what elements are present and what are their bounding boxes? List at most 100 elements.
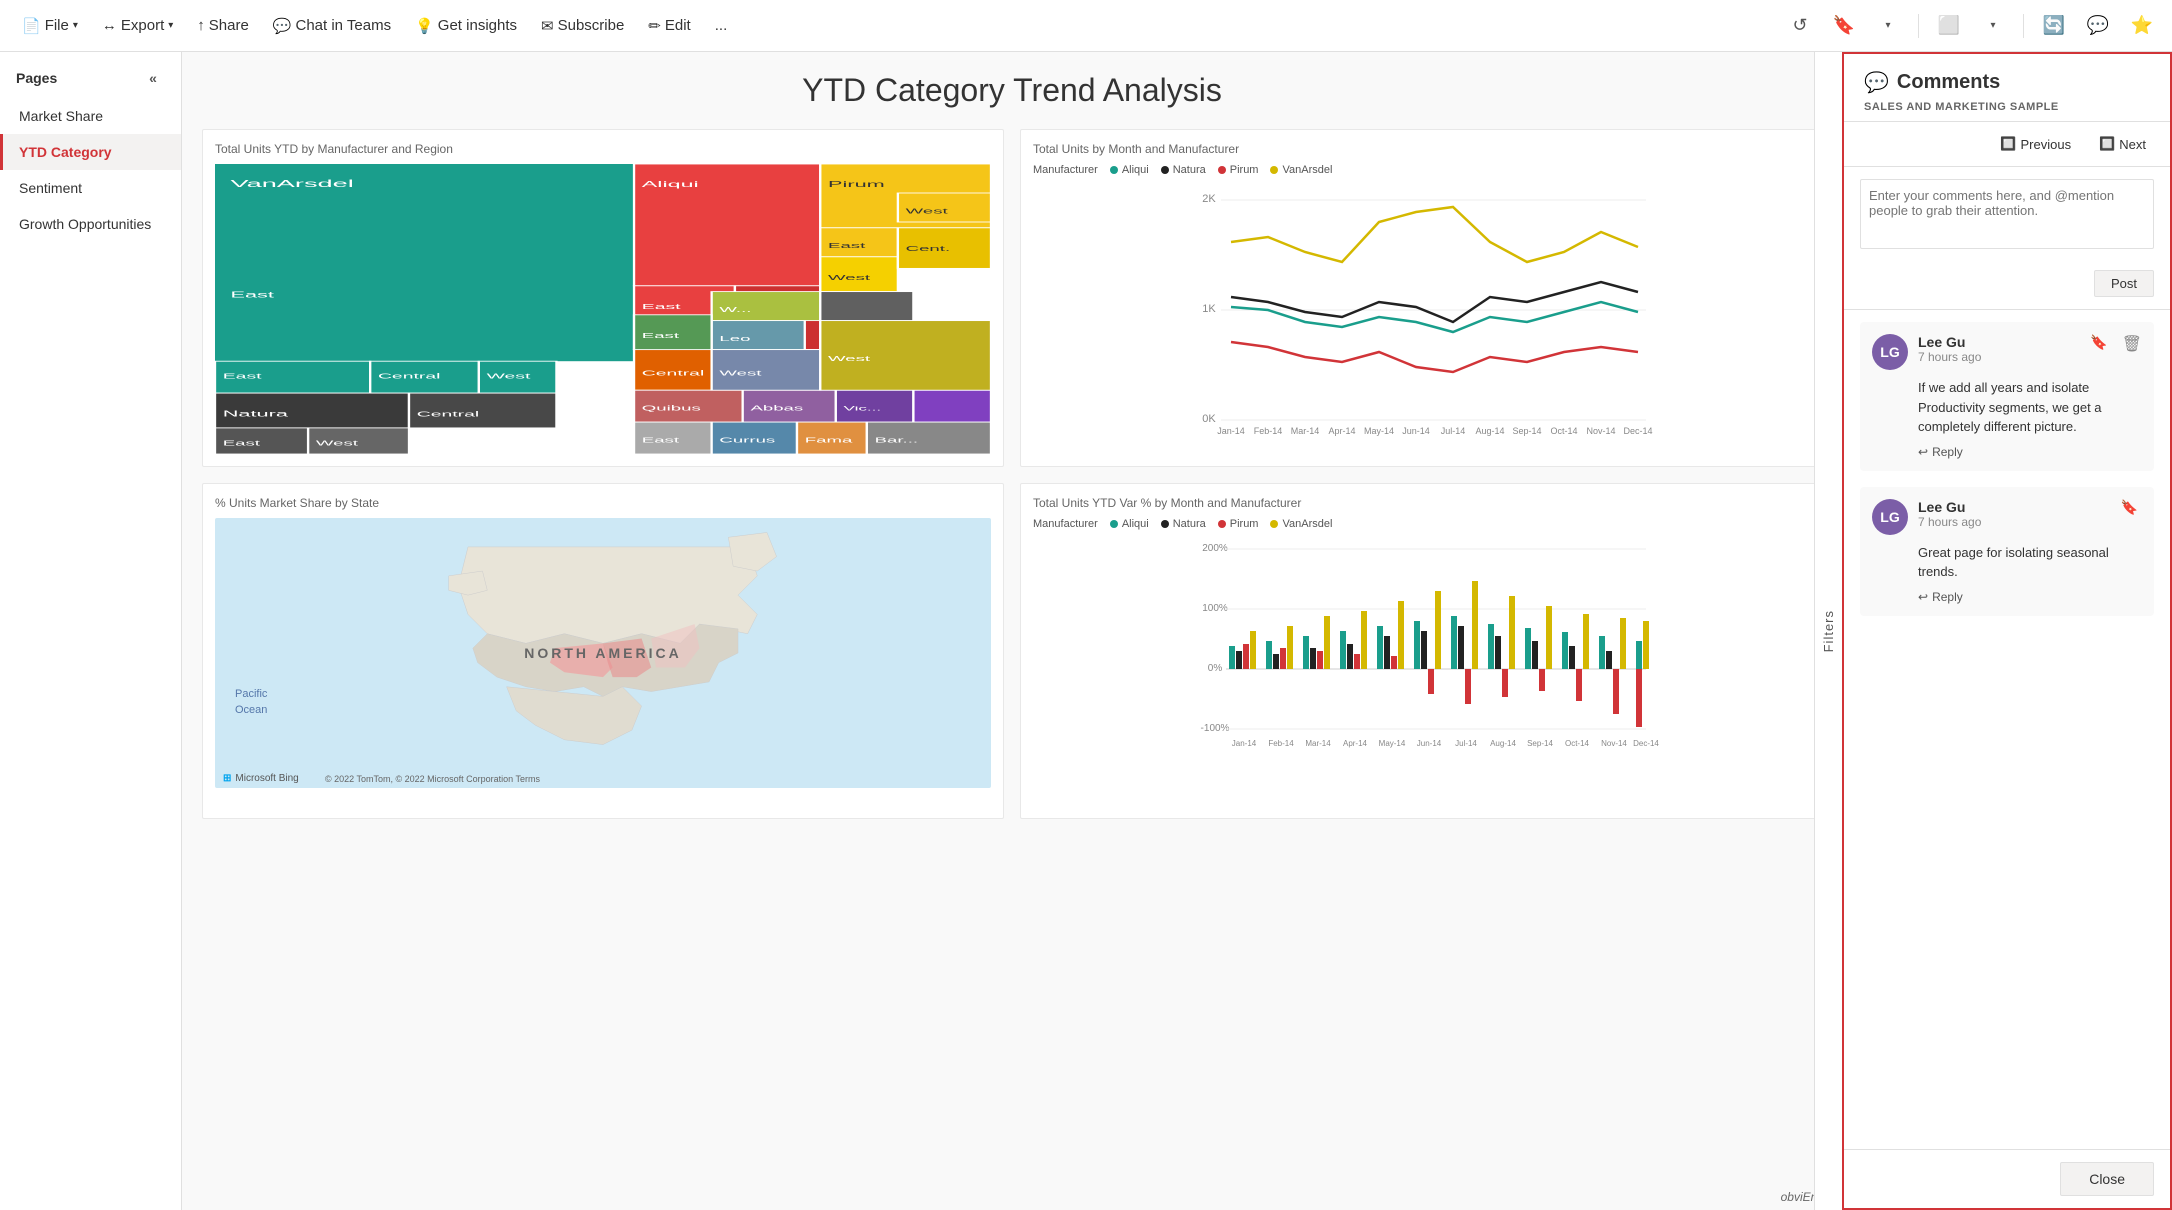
- report-title: YTD Category Trend Analysis: [202, 72, 1822, 109]
- next-label: Next: [2119, 137, 2146, 152]
- report-canvas: YTD Category Trend Analysis Total Units …: [182, 52, 1842, 1210]
- delete-icon[interactable]: 🗑: [2122, 334, 2142, 354]
- svg-text:Fama: Fama: [805, 436, 853, 444]
- svg-text:VanArsdel: VanArsdel: [231, 178, 354, 189]
- comments-previous-button[interactable]: 🔲 Previous: [1992, 132, 2079, 156]
- svg-text:Bar...: Bar...: [875, 436, 918, 444]
- sidebar-item-ytd-category[interactable]: YTD Category: [0, 134, 181, 170]
- file-menu[interactable]: 📄 File ▾: [12, 11, 88, 41]
- close-button[interactable]: Close: [2060, 1162, 2154, 1196]
- comment-input[interactable]: [1860, 179, 2154, 249]
- file-chevron-icon: ▾: [73, 20, 78, 31]
- share-button[interactable]: ↑ Share: [187, 11, 259, 40]
- bar-legend-label-pirum: Pirum: [1230, 518, 1259, 530]
- svg-text:1K: 1K: [1202, 303, 1216, 315]
- get-insights-button[interactable]: 💡 Get insights: [405, 11, 527, 41]
- svg-text:W...: W...: [719, 305, 751, 313]
- bar-legend-dot-vanarsdel: [1270, 520, 1278, 528]
- comment-header: LG Lee Gu 7 hours ago 🔖 🗑: [1872, 334, 2142, 370]
- comments-nav: 🔲 Previous 🔲 Next: [1844, 122, 2170, 167]
- svg-text:Nov-14: Nov-14: [1601, 739, 1627, 748]
- subscribe-icon: ✉: [541, 17, 554, 35]
- svg-text:Dec-14: Dec-14: [1623, 426, 1652, 436]
- insights-icon: 💡: [415, 17, 434, 35]
- svg-text:East: East: [828, 242, 865, 250]
- comment-input-area: Post: [1844, 167, 2170, 310]
- svg-text:Sep-14: Sep-14: [1527, 739, 1553, 748]
- toolbar-separator-1: [1918, 14, 1919, 38]
- map-viz[interactable]: NORTH AMERICA PacificOcean ⊞ Microsoft B…: [215, 518, 991, 788]
- view-chevron-icon[interactable]: ▾: [1975, 8, 2011, 44]
- chat-in-teams-label: Chat in Teams: [296, 17, 392, 34]
- edit-button[interactable]: ✏ Edit: [638, 11, 700, 41]
- more-label: ...: [715, 17, 728, 34]
- sidebar-collapse-button[interactable]: «: [141, 66, 165, 90]
- sidebar-item-market-share[interactable]: Market Share: [0, 98, 181, 134]
- legend-vanarsdel: VanArsdel: [1270, 164, 1332, 176]
- pacific-ocean-label: PacificOcean: [235, 687, 267, 718]
- view-button[interactable]: ⬜: [1931, 8, 1967, 44]
- bar-legend-dot-aliqui: [1110, 520, 1118, 528]
- bookmark-chevron-icon[interactable]: ▾: [1870, 8, 1906, 44]
- legend-label-pirum: Pirum: [1230, 164, 1259, 176]
- bookmark-button[interactable]: 🔖: [1826, 8, 1862, 44]
- svg-text:East: East: [231, 290, 275, 299]
- comment-header: LG Lee Gu 7 hours ago 🔖: [1872, 499, 2142, 535]
- svg-text:Aug-14: Aug-14: [1475, 426, 1504, 436]
- previous-label: Previous: [2021, 137, 2072, 152]
- line-chart-viz[interactable]: 2K 1K 0K Jan-14 Feb-14 Mar-14 Apr-14: [1033, 182, 1809, 452]
- teams-icon: 💬: [273, 17, 292, 35]
- svg-text:East: East: [223, 373, 262, 381]
- legend-aliqui: Aliqui: [1110, 164, 1149, 176]
- svg-text:0%: 0%: [1208, 663, 1223, 674]
- svg-text:Abbas: Abbas: [750, 404, 803, 412]
- sidebar-item-sentiment[interactable]: Sentiment: [0, 170, 181, 206]
- chart-treemap-title: Total Units YTD by Manufacturer and Regi…: [215, 142, 991, 156]
- comments-button[interactable]: 💬: [2080, 8, 2116, 44]
- chart-bar-title: Total Units YTD Var % by Month and Manuf…: [1033, 496, 1809, 510]
- export-menu[interactable]: ↔ Export ▾: [92, 11, 183, 40]
- legend-label-natura: Natura: [1173, 164, 1206, 176]
- legend-natura: Natura: [1161, 164, 1206, 176]
- edit-label: Edit: [665, 17, 691, 34]
- bar-chart-viz[interactable]: 200% 100% 0% -100%: [1033, 536, 1809, 806]
- reply-button[interactable]: ↩ Reply: [1918, 590, 2142, 604]
- legend-dot-aliqui: [1110, 166, 1118, 174]
- get-insights-label: Get insights: [438, 17, 517, 34]
- comments-next-button[interactable]: 🔲 Next: [2091, 132, 2154, 156]
- chart-treemap: Total Units YTD by Manufacturer and Regi…: [202, 129, 1004, 467]
- post-button[interactable]: Post: [2094, 270, 2154, 297]
- sidebar-item-growth-opportunities[interactable]: Growth Opportunities: [0, 206, 181, 242]
- svg-text:West: West: [487, 373, 531, 381]
- comment-meta: Lee Gu 7 hours ago: [1918, 499, 2111, 529]
- treemap-viz[interactable]: VanArsdel East East Central West Natura: [215, 164, 991, 454]
- reply-icon: ↩: [1918, 445, 1928, 459]
- chat-in-teams-button[interactable]: 💬 Chat in Teams: [263, 11, 401, 41]
- refresh-button[interactable]: 🔄: [2036, 8, 2072, 44]
- toolbar: 📄 File ▾ ↔ Export ▾ ↑ Share 💬 Chat in Te…: [0, 0, 2172, 52]
- bar-legend-label-vanarsdel: VanArsdel: [1282, 518, 1332, 530]
- bookmark-icon[interactable]: 🔖: [2121, 499, 2138, 516]
- chart-bar: Total Units YTD Var % by Month and Manuf…: [1020, 483, 1822, 819]
- legend-label: Manufacturer: [1033, 164, 1098, 176]
- comments-panel: 💬 Comments SALES AND MARKETING SAMPLE 🔲 …: [1842, 52, 2172, 1210]
- export-label: Export: [121, 17, 164, 34]
- reply-button[interactable]: ↩ Reply: [1918, 445, 2142, 459]
- svg-text:East: East: [642, 303, 681, 311]
- svg-text:Aug-14: Aug-14: [1490, 739, 1516, 748]
- bar-chart-legend: Manufacturer Aliqui Natura Pirum: [1033, 518, 1809, 530]
- filters-trigger[interactable]: Filters: [1814, 52, 1842, 1210]
- subscribe-button[interactable]: ✉ Subscribe: [531, 11, 634, 41]
- bar-legend-vanarsdel: VanArsdel: [1270, 518, 1332, 530]
- sidebar-item-label: Growth Opportunities: [19, 216, 151, 232]
- more-menu[interactable]: ...: [705, 11, 738, 40]
- svg-text:Currus: Currus: [719, 436, 775, 444]
- share-icon: ↑: [197, 17, 205, 34]
- star-button[interactable]: ⭐: [2124, 8, 2160, 44]
- svg-text:Central: Central: [378, 373, 440, 381]
- filters-label: Filters: [1821, 610, 1836, 652]
- svg-text:Apr-14: Apr-14: [1328, 426, 1355, 436]
- bookmark-icon[interactable]: 🔖: [2090, 334, 2107, 351]
- undo-button[interactable]: ↺: [1782, 8, 1818, 44]
- main-layout: Pages « Market Share YTD Category Sentim…: [0, 52, 2172, 1210]
